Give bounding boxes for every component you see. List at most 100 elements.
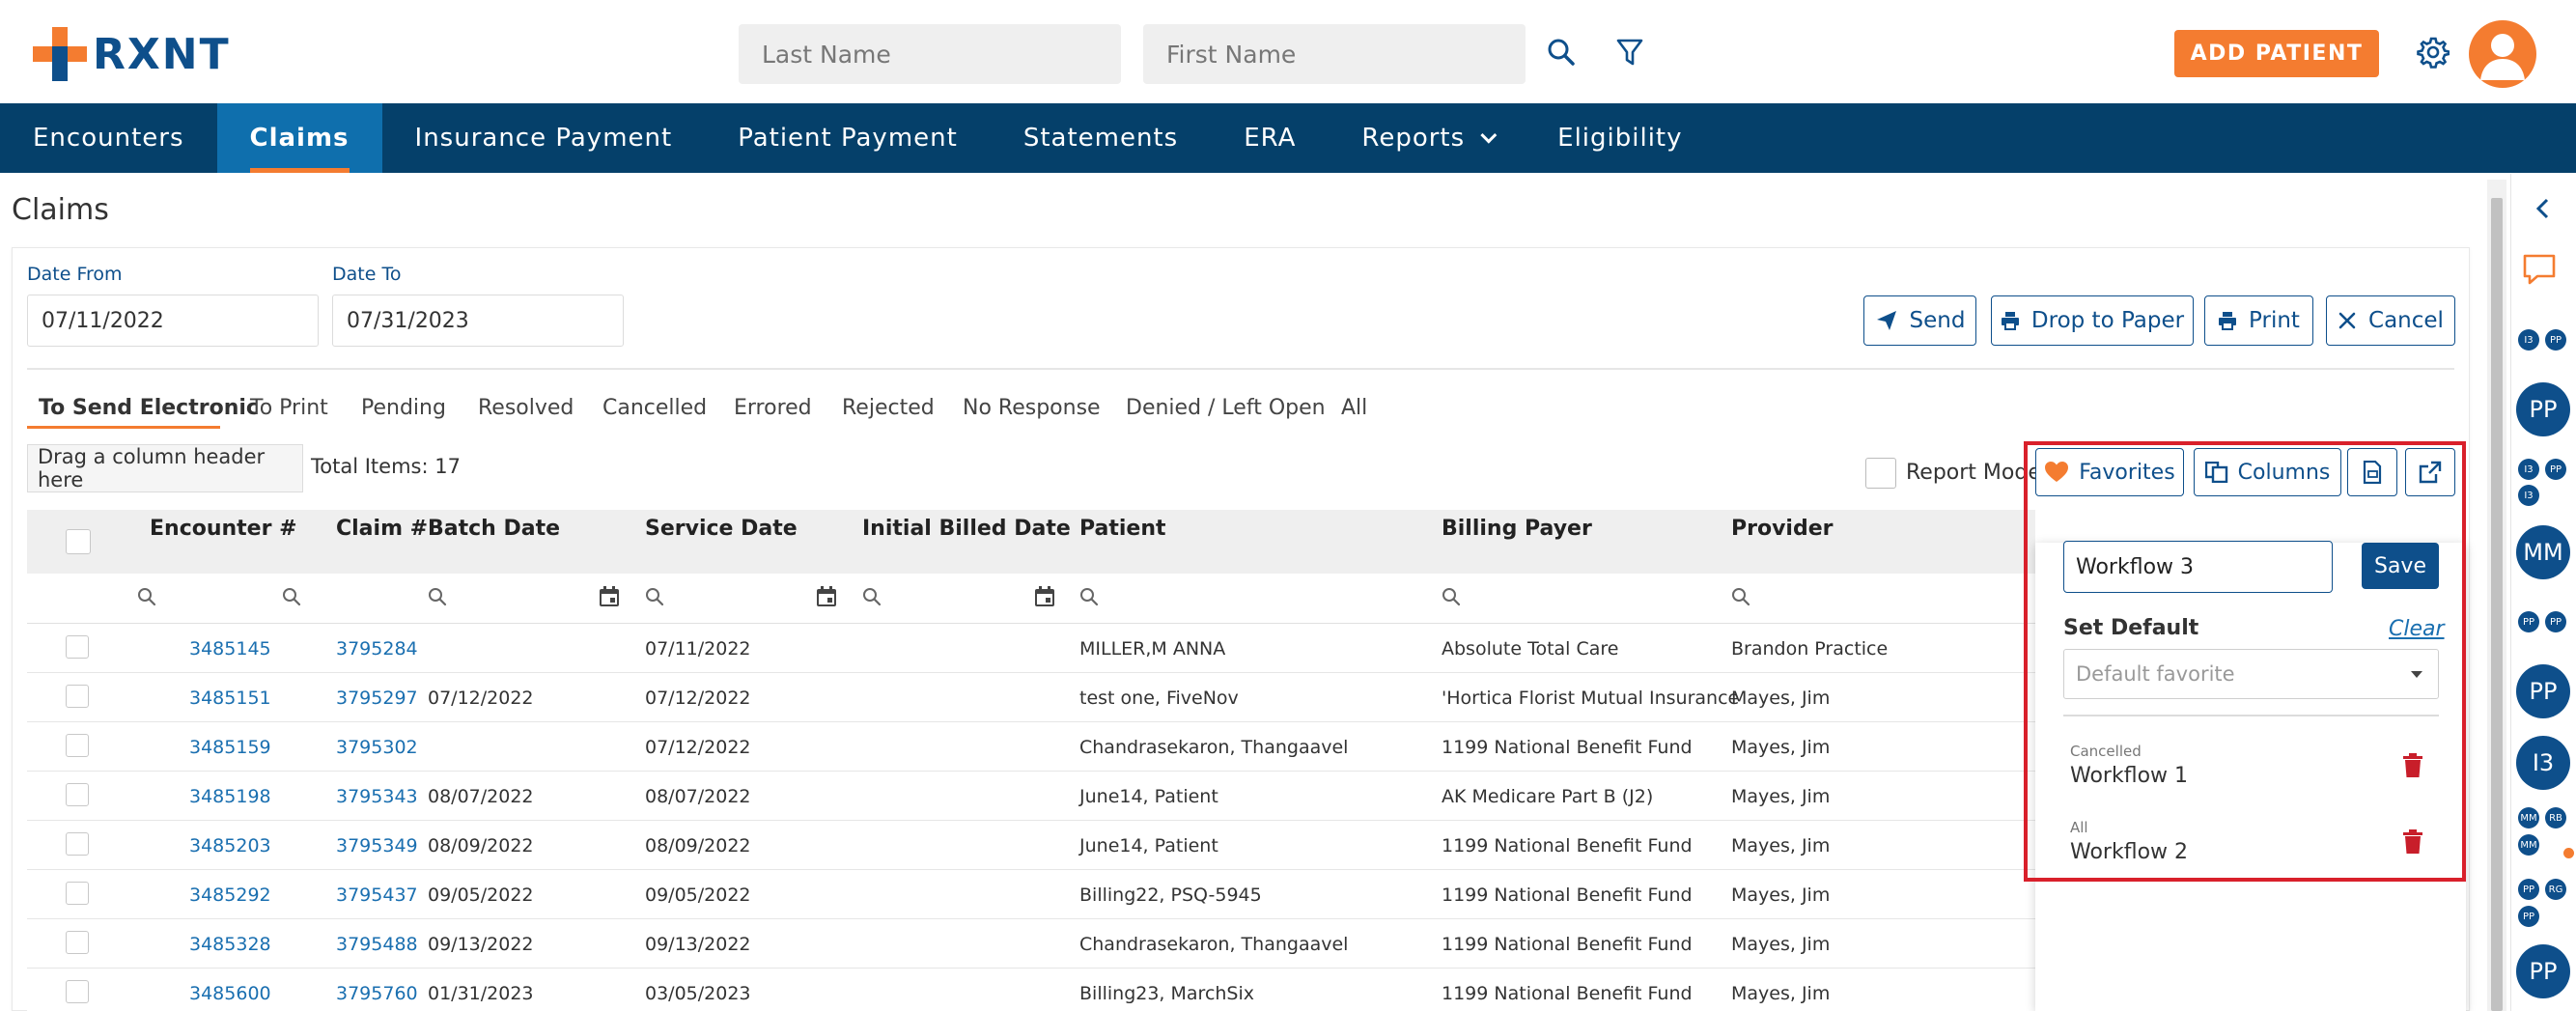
- encounter-link[interactable]: 3485151: [189, 688, 271, 709]
- row-checkbox[interactable]: [66, 882, 89, 905]
- last-name-input[interactable]: [739, 24, 1121, 84]
- tab-cancelled[interactable]: Cancelled: [602, 396, 707, 420]
- rail-avatar[interactable]: PP: [2545, 329, 2566, 351]
- search-icon[interactable]: [428, 587, 447, 606]
- select-all-checkbox[interactable]: [66, 529, 91, 554]
- table-row[interactable]: 3485198 3795343 08/07/2022 08/07/2022 June14…: [27, 772, 2037, 821]
- date-from-input[interactable]: 07/11/2022: [27, 295, 319, 347]
- col-initial-billed-date[interactable]: Initial Billed Date: [862, 517, 1071, 541]
- rail-avatar[interactable]: RB: [2545, 807, 2566, 828]
- rail-avatar[interactable]: RG: [2545, 879, 2566, 900]
- scrollbar-thumb[interactable]: [2491, 198, 2503, 1011]
- encounter-link[interactable]: 3485203: [189, 835, 271, 857]
- table-row[interactable]: 3485159 3795302 07/12/2022 Chandrasekaron, …: [27, 722, 2037, 772]
- search-icon[interactable]: [1731, 587, 1750, 606]
- tab-denied-left-open[interactable]: Denied / Left Open: [1126, 396, 1326, 420]
- row-checkbox[interactable]: [66, 980, 89, 1003]
- print-button[interactable]: Print: [2204, 295, 2313, 346]
- tab-to-print[interactable]: To Print: [250, 396, 328, 420]
- row-checkbox[interactable]: [66, 832, 89, 856]
- nav-statements[interactable]: Statements: [991, 103, 1211, 173]
- table-row[interactable]: 3485292 3795437 09/05/2022 09/05/2022 Billin…: [27, 870, 2037, 919]
- tab-no-response[interactable]: No Response: [963, 396, 1101, 420]
- rail-avatar[interactable]: I3: [2518, 329, 2539, 351]
- nav-era[interactable]: ERA: [1211, 103, 1329, 173]
- encounter-link[interactable]: 3485159: [189, 737, 271, 758]
- search-icon[interactable]: [282, 587, 301, 606]
- search-icon[interactable]: [862, 587, 882, 606]
- rail-avatar[interactable]: PP: [2518, 879, 2539, 900]
- rail-avatar[interactable]: PP: [2545, 611, 2566, 632]
- nav-eligibility[interactable]: Eligibility: [1525, 103, 1715, 173]
- nav-patient-payment[interactable]: Patient Payment: [705, 103, 991, 173]
- encounter-link[interactable]: 3485292: [189, 885, 271, 906]
- claim-link[interactable]: 3795760: [336, 983, 418, 1004]
- calendar-icon[interactable]: [1034, 586, 1055, 607]
- cancel-button[interactable]: Cancel: [2326, 295, 2455, 346]
- table-row[interactable]: 3485145 3795284 07/11/2022 MILLER,M ANNA Abs…: [27, 624, 2037, 673]
- col-encounter[interactable]: Encounter #: [150, 517, 297, 541]
- rail-avatar[interactable]: MM: [2516, 525, 2570, 579]
- encounter-link[interactable]: 3485600: [189, 983, 271, 1004]
- filter-icon[interactable]: [1610, 33, 1649, 71]
- col-claim[interactable]: Claim #: [336, 517, 428, 541]
- group-drop-area[interactable]: Drag a column header here: [27, 444, 303, 492]
- rail-avatar[interactable]: MM: [2518, 834, 2539, 856]
- row-checkbox[interactable]: [66, 783, 89, 806]
- nav-reports[interactable]: Reports: [1329, 103, 1525, 173]
- add-patient-button[interactable]: ADD PATIENT: [2174, 30, 2379, 77]
- encounter-link[interactable]: 3485145: [189, 638, 271, 660]
- send-button[interactable]: Send: [1863, 295, 1976, 346]
- encounter-link[interactable]: 3485328: [189, 934, 271, 955]
- report-mode-checkbox[interactable]: [1865, 458, 1896, 489]
- table-row[interactable]: 3485151 3795297 07/12/2022 07/12/2022 test o…: [27, 673, 2037, 722]
- search-icon[interactable]: [137, 587, 156, 606]
- rail-avatar[interactable]: PP: [2516, 664, 2570, 718]
- nav-claims[interactable]: Claims: [216, 103, 382, 173]
- user-avatar[interactable]: [2469, 20, 2536, 88]
- search-icon[interactable]: [1542, 33, 1581, 71]
- tab-pending[interactable]: Pending: [361, 396, 446, 420]
- claim-link[interactable]: 3795297: [336, 688, 418, 709]
- encounter-link[interactable]: 3485198: [189, 786, 271, 807]
- tab-resolved[interactable]: Resolved: [478, 396, 574, 420]
- date-to-input[interactable]: 07/31/2023: [332, 295, 624, 347]
- rail-avatar[interactable]: PP: [2518, 611, 2539, 632]
- tab-to-send-electronic[interactable]: To Send Electronic: [39, 396, 259, 420]
- row-checkbox[interactable]: [66, 685, 89, 708]
- tab-errored[interactable]: Errored: [734, 396, 812, 420]
- col-patient[interactable]: Patient: [1079, 517, 1166, 541]
- drop-to-paper-button[interactable]: Drop to Paper: [1991, 295, 2194, 346]
- rxnt-logo[interactable]: RXNT: [33, 27, 231, 81]
- calendar-icon[interactable]: [816, 586, 837, 607]
- calendar-icon[interactable]: [599, 586, 620, 607]
- gear-icon[interactable]: [2414, 33, 2452, 71]
- claim-link[interactable]: 3795284: [336, 638, 418, 660]
- search-icon[interactable]: [1079, 587, 1099, 606]
- rail-avatar[interactable]: I3: [2516, 736, 2570, 790]
- col-billing-payer[interactable]: Billing Payer: [1442, 517, 1592, 541]
- tab-all[interactable]: All: [1341, 396, 1367, 420]
- claim-link[interactable]: 3795349: [336, 835, 418, 857]
- rail-avatar[interactable]: PP: [2516, 944, 2570, 998]
- chat-icon[interactable]: [2522, 253, 2561, 288]
- nav-encounters[interactable]: Encounters: [0, 103, 217, 173]
- table-row[interactable]: 3485328 3795488 09/13/2022 09/13/2022 Chandr…: [27, 919, 2037, 969]
- rail-avatar[interactable]: PP: [2516, 382, 2570, 436]
- col-provider[interactable]: Provider: [1731, 517, 1834, 541]
- rail-avatar[interactable]: PP: [2518, 906, 2539, 927]
- nav-insurance-payment[interactable]: Insurance Payment: [382, 103, 706, 173]
- claim-link[interactable]: 3795437: [336, 885, 418, 906]
- table-row[interactable]: 3485203 3795349 08/09/2022 08/09/2022 June14…: [27, 821, 2037, 870]
- rail-avatar[interactable]: I3: [2518, 459, 2539, 480]
- chevron-left-icon[interactable]: [2534, 197, 2553, 220]
- claim-link[interactable]: 3795488: [336, 934, 418, 955]
- rail-avatar[interactable]: MM: [2518, 807, 2539, 828]
- row-checkbox[interactable]: [66, 931, 89, 954]
- tab-rejected[interactable]: Rejected: [842, 396, 935, 420]
- table-row[interactable]: 3485600 3795760 01/31/2023 03/05/2023 Billin…: [27, 969, 2037, 1011]
- col-batch-date[interactable]: Batch Date: [428, 517, 560, 541]
- col-service-date[interactable]: Service Date: [645, 517, 798, 541]
- row-checkbox[interactable]: [66, 635, 89, 659]
- rail-avatar[interactable]: I3: [2518, 485, 2539, 506]
